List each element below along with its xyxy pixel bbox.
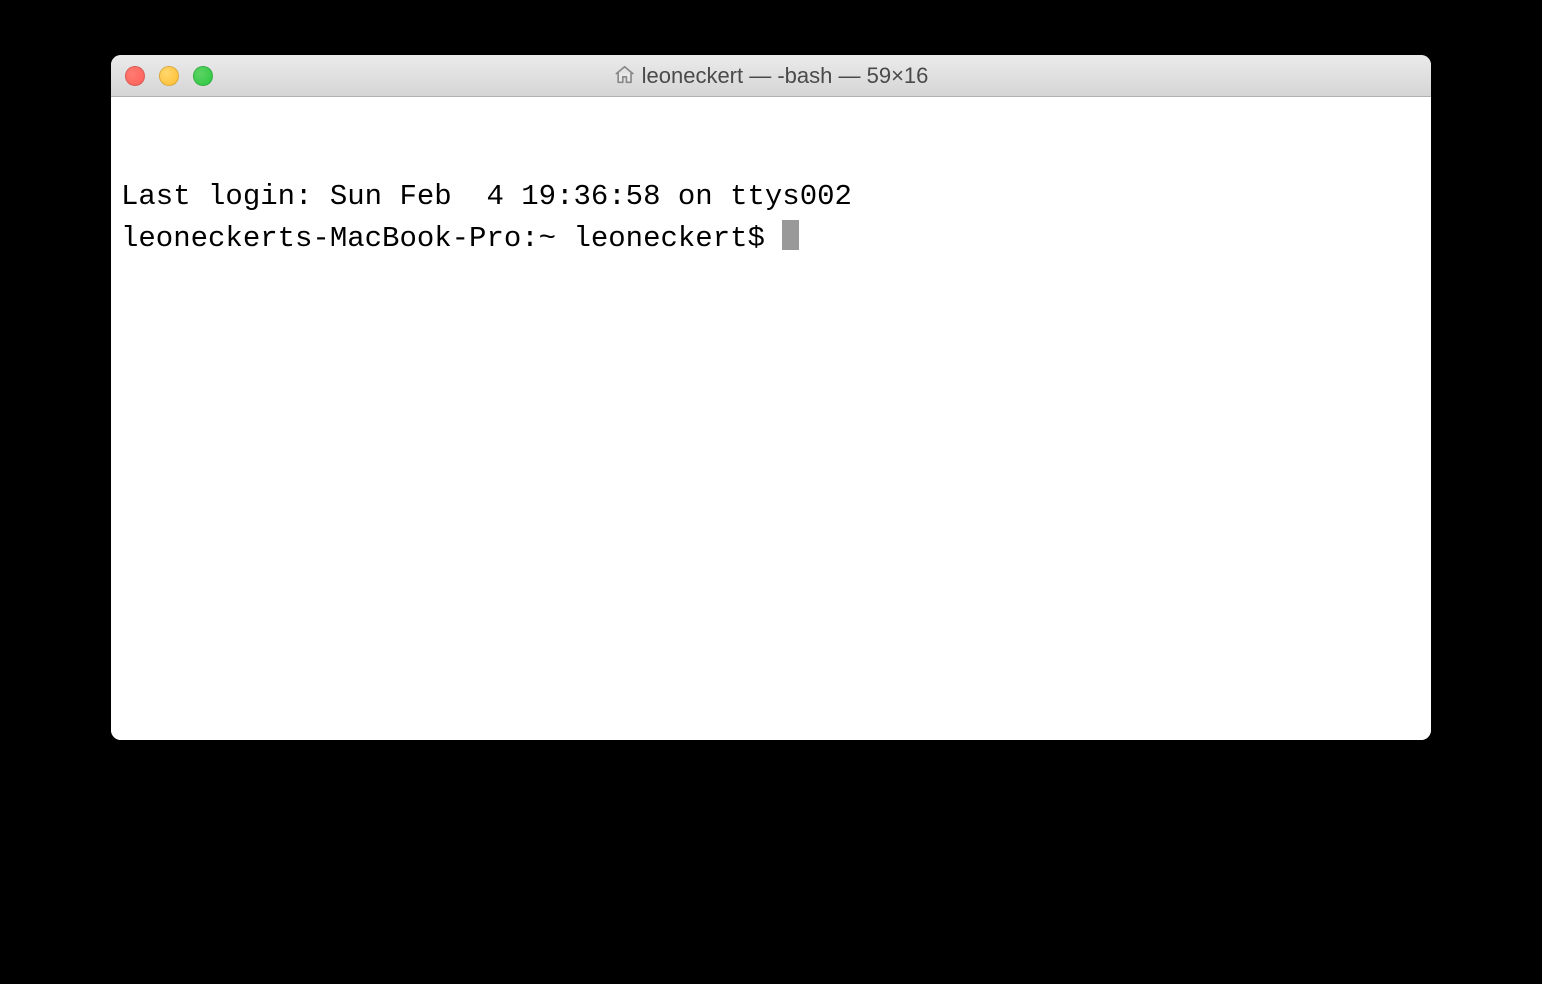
window-title: leoneckert — -bash — 59×16 <box>642 63 929 89</box>
shell-prompt: leoneckerts-MacBook-Pro:~ leoneckert$ <box>121 220 782 258</box>
close-button[interactable] <box>125 66 145 86</box>
minimize-button[interactable] <box>159 66 179 86</box>
terminal-content[interactable]: Last login: Sun Feb 4 19:36:58 on ttys00… <box>111 97 1431 740</box>
terminal-window: leoneckert — -bash — 59×16 Last login: S… <box>111 55 1431 740</box>
cursor <box>782 220 799 250</box>
window-title-container: leoneckert — -bash — 59×16 <box>614 63 929 89</box>
last-login-line: Last login: Sun Feb 4 19:36:58 on ttys00… <box>121 178 1421 216</box>
maximize-button[interactable] <box>193 66 213 86</box>
traffic-lights <box>125 66 213 86</box>
home-icon <box>614 64 636 86</box>
title-bar[interactable]: leoneckert — -bash — 59×16 <box>111 55 1431 97</box>
